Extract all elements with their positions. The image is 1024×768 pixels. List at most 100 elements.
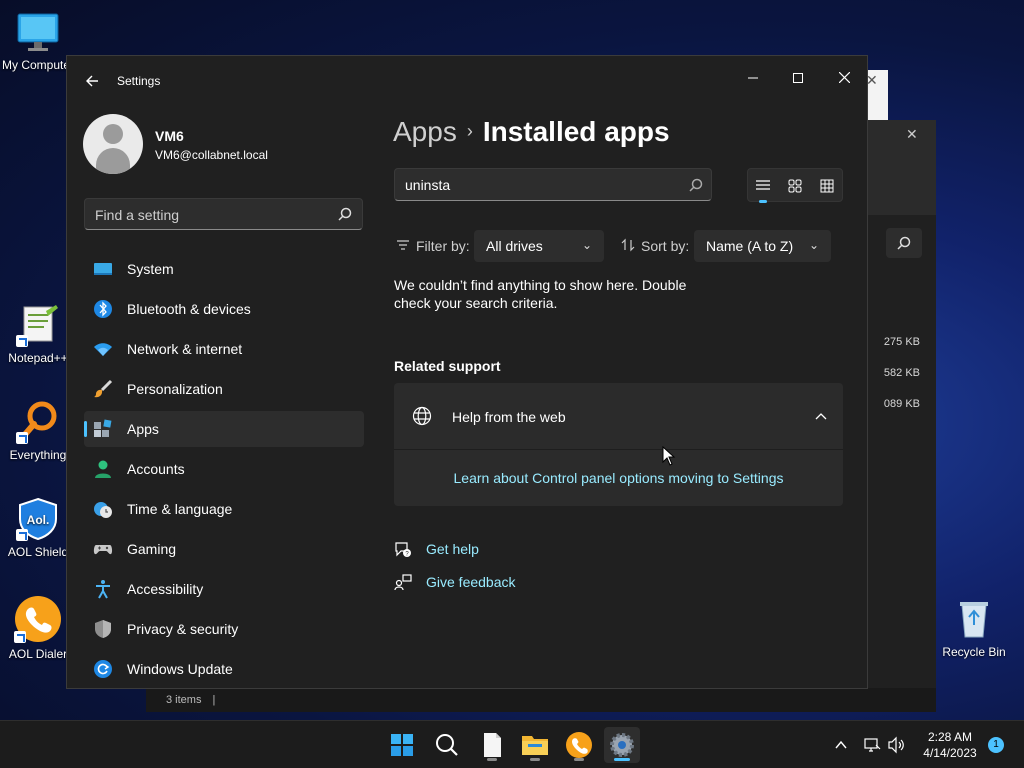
sidebar-item-gaming[interactable]: Gaming: [84, 531, 364, 567]
search-button[interactable]: [886, 228, 922, 258]
taskbar-aol-dialer[interactable]: [561, 727, 597, 763]
chevron-down-icon: ⌄: [808, 238, 819, 252]
arrow-left-icon: [86, 75, 98, 87]
system-clock[interactable]: 2:28 AM 4/14/2023: [916, 729, 984, 761]
aol-shield-icon: Aol.: [16, 497, 60, 541]
system-display-icon: [94, 263, 112, 275]
search-icon: [338, 207, 352, 221]
taskbar-search-button[interactable]: [429, 727, 465, 763]
sidebar-item-accounts[interactable]: Accounts: [84, 451, 364, 487]
sidebar-item-accessibility[interactable]: Accessibility: [84, 571, 364, 607]
sidebar-item-windows-update[interactable]: Windows Update: [84, 651, 364, 687]
give-feedback-link[interactable]: Give feedback: [394, 573, 534, 593]
update-icon: [94, 660, 112, 678]
start-button[interactable]: [384, 727, 420, 763]
sidebar-item-label: Windows Update: [127, 661, 233, 677]
desktop-icon-my-computer[interactable]: My Computer: [0, 10, 76, 72]
desktop-icon-recycle-bin[interactable]: Recycle Bin: [936, 597, 1012, 659]
minimize-button[interactable]: [730, 64, 776, 92]
notification-badge[interactable]: 1: [988, 737, 1004, 753]
settings-nav: System Bluetooth & devices Network & int…: [84, 251, 364, 688]
find-setting-input[interactable]: Find a setting: [84, 198, 363, 230]
sidebar-item-label: Privacy & security: [127, 621, 239, 637]
desktop-icon-label: Recycle Bin: [942, 645, 1006, 659]
feedback-icon: [394, 574, 412, 591]
notepad-plus-plus-icon: [16, 303, 60, 347]
taskbar-notepad[interactable]: [474, 727, 510, 763]
search-icon: [689, 178, 703, 192]
tiles-view-button[interactable]: [784, 175, 806, 197]
items-count: 3 items: [166, 694, 202, 706]
desktop-icon-everything[interactable]: Everything: [0, 400, 76, 462]
grid-view-icon: [820, 179, 834, 193]
clock-date: 4/14/2023: [923, 746, 977, 760]
filter-label: Filter by:: [416, 238, 470, 254]
mouse-cursor-icon: [662, 446, 676, 466]
brush-icon: [94, 379, 113, 398]
desktop-icon-label: AOL Shield: [7, 545, 69, 559]
filter-value: All drives: [486, 238, 543, 254]
breadcrumb-parent[interactable]: Apps: [393, 116, 457, 147]
taskbar-settings[interactable]: [604, 727, 640, 763]
background-window-header: ✕: [866, 120, 936, 215]
filter-dropdown[interactable]: All drives ⌄: [474, 230, 604, 262]
control-panel-options-link[interactable]: Learn about Control panel options moving…: [394, 470, 843, 486]
file-size: 582 KB: [883, 367, 920, 379]
background-file-window: ✕ 275 KB 582 KB 089 KB: [866, 120, 936, 712]
sort-value: Name (A to Z): [706, 238, 794, 254]
installed-apps-search-input[interactable]: uninsta: [394, 168, 712, 201]
sidebar-item-label: Network & internet: [127, 341, 243, 357]
help-from-web-title: Help from the web: [452, 409, 566, 425]
accessibility-icon: [96, 580, 110, 599]
sidebar-item-label: Bluetooth & devices: [127, 301, 251, 317]
get-help-link[interactable]: ? Get help: [394, 540, 514, 560]
person-icon: [95, 460, 111, 478]
desktop-icon-label: Everything: [9, 448, 67, 462]
related-support-heading: Related support: [394, 358, 501, 374]
recycle-bin-icon: [952, 597, 996, 641]
search-value: uninsta: [405, 177, 451, 193]
sidebar-item-apps[interactable]: Apps: [84, 411, 364, 447]
sidebar-item-network[interactable]: Network & internet: [84, 331, 364, 367]
file-size: 089 KB: [883, 398, 920, 410]
close-button[interactable]: [821, 64, 867, 92]
help-chat-icon: ?: [395, 542, 411, 558]
bluetooth-icon: [94, 300, 112, 318]
taskbar-file-explorer[interactable]: [517, 727, 553, 763]
desktop-icon-aol-shield[interactable]: Aol. AOL Shield: [0, 497, 76, 559]
empty-state-message: We couldn’t find anything to show here. …: [394, 277, 687, 311]
apps-icon: [94, 419, 112, 437]
sidebar-item-label: Apps: [127, 421, 159, 437]
help-from-web-header[interactable]: Help from the web: [394, 383, 843, 450]
list-view-button[interactable]: [752, 175, 774, 203]
gamepad-icon: [93, 545, 113, 555]
sidebar-item-label: Gaming: [127, 541, 177, 557]
sidebar-item-bluetooth[interactable]: Bluetooth & devices: [84, 291, 364, 327]
close-icon[interactable]: ✕: [906, 126, 918, 143]
user-name: VM6: [155, 128, 184, 144]
maximize-icon: [793, 73, 803, 83]
svg-text:Aol.: Aol.: [27, 513, 50, 527]
sidebar-item-time-language[interactable]: Time & language: [84, 491, 364, 527]
sidebar-item-system[interactable]: System: [84, 251, 364, 287]
sidebar-item-label: Accessibility: [127, 581, 204, 597]
sidebar-item-privacy-security[interactable]: Privacy & security: [84, 611, 364, 647]
globe-clock-icon: [94, 502, 112, 518]
desktop-icon-aol-dialer[interactable]: AOL Dialer: [0, 595, 76, 661]
back-button[interactable]: [81, 70, 103, 92]
settings-window: Settings VM6 VM6@collabnet.local Find a …: [66, 55, 868, 689]
sort-dropdown[interactable]: Name (A to Z) ⌄: [694, 230, 831, 262]
minimize-icon: [748, 77, 758, 79]
title-bar: Settings: [67, 56, 867, 106]
desktop-icon-notepad-plus-plus[interactable]: Notepad++: [0, 303, 76, 365]
status-bar: 3 items |: [146, 688, 936, 712]
volume-icon[interactable]: [887, 736, 907, 754]
network-icon[interactable]: [863, 736, 881, 754]
maximize-button[interactable]: [775, 64, 821, 92]
desktop-icon-label: Notepad++: [8, 351, 68, 365]
sidebar-item-personalization[interactable]: Personalization: [84, 371, 364, 407]
help-from-web-panel: Help from the web Learn about Control pa…: [394, 383, 843, 506]
sidebar-item-label: System: [127, 261, 174, 277]
show-hidden-icons-chevron-icon[interactable]: [834, 738, 848, 752]
grid-view-button[interactable]: [816, 175, 838, 197]
